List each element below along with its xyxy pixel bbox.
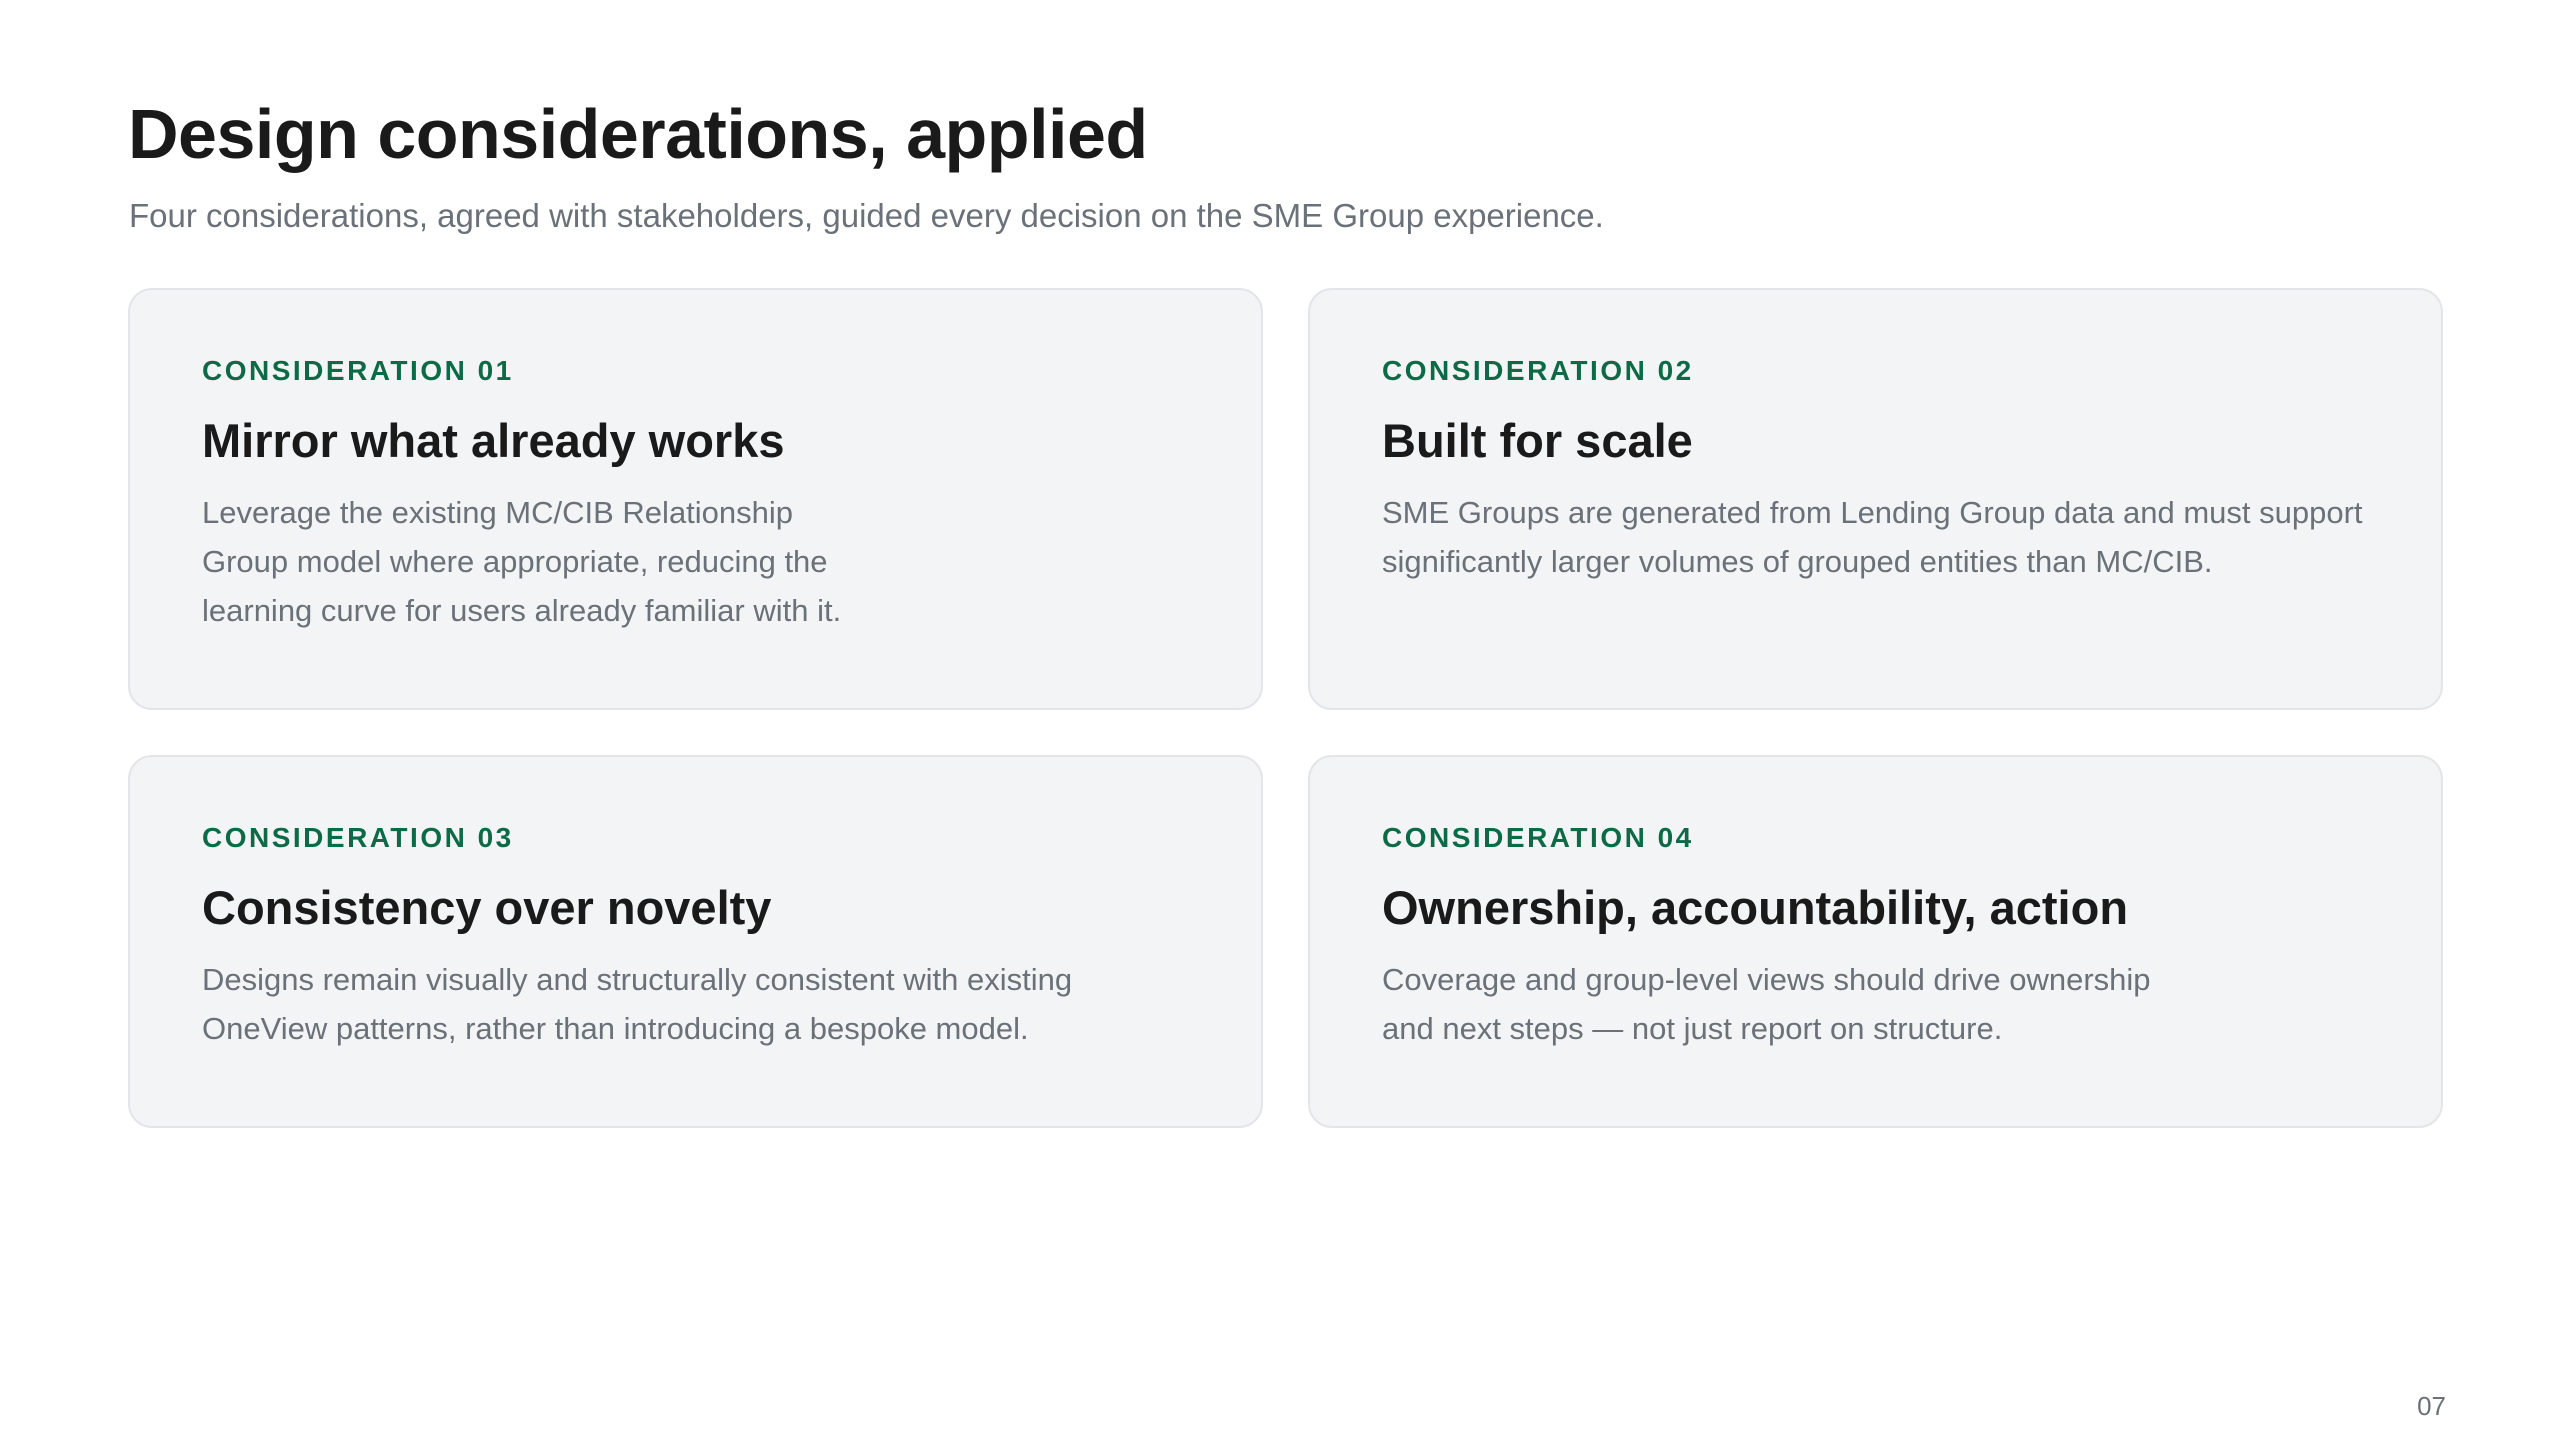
page-title: Design considerations, applied — [128, 95, 1148, 173]
card-body: SME Groups are generated from Lending Gr… — [1382, 495, 2363, 579]
card-body: Coverage and group-level views should dr… — [1382, 962, 2151, 1046]
card-body: Designs remain visually and structurally… — [202, 962, 1073, 1046]
card-eyebrow: CONSIDERATION 03 — [202, 822, 514, 853]
card-title: Built for scale — [1382, 414, 1693, 467]
consideration-card-04: CONSIDERATION 04 Ownership, accountabili… — [1308, 755, 2443, 1128]
page-subtitle: Four considerations, agreed with stakeho… — [129, 197, 1604, 234]
card-body: Leverage the existing MC/CIB Relationshi… — [202, 495, 842, 628]
card-eyebrow: CONSIDERATION 04 — [1382, 822, 1694, 853]
card-title: Consistency over novelty — [202, 881, 772, 934]
page-number: 07 — [2417, 1391, 2446, 1421]
card-eyebrow: CONSIDERATION 01 — [202, 355, 514, 386]
consideration-card-02: CONSIDERATION 02 Built for scale SME Gro… — [1308, 288, 2443, 710]
consideration-card-03: CONSIDERATION 03 Consistency over novelt… — [128, 755, 1263, 1128]
card-title: Mirror what already works — [202, 414, 785, 467]
consideration-card-01: CONSIDERATION 01 Mirror what already wor… — [128, 288, 1263, 710]
card-eyebrow: CONSIDERATION 02 — [1382, 355, 1694, 386]
card-title: Ownership, accountability, action — [1382, 881, 2129, 934]
